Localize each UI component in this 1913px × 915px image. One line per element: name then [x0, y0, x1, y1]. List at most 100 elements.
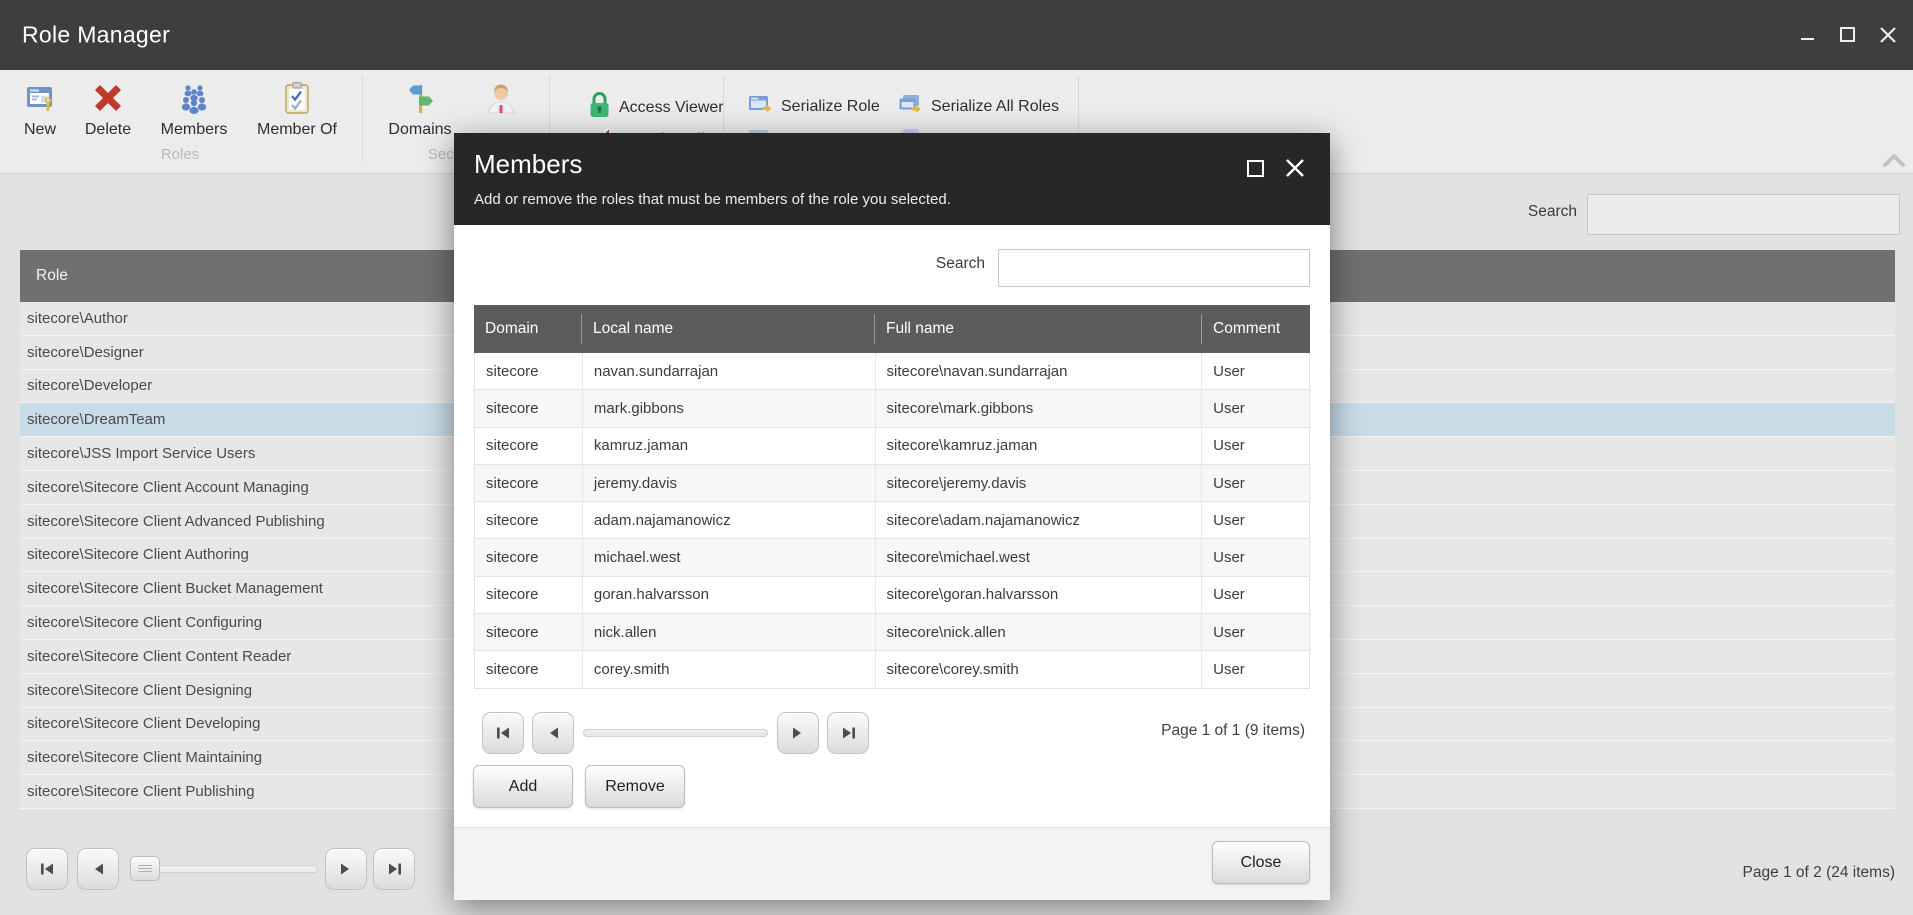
- user-person-icon: [483, 80, 519, 116]
- cell-full-name: sitecore\nick.allen: [874, 614, 1202, 651]
- cell-local-name: navan.sundarrajan: [581, 353, 875, 390]
- table-row[interactable]: sitecore kamruz.jaman sitecore\kamruz.jama…: [475, 427, 1309, 465]
- cell-domain: sitecore: [486, 661, 539, 679]
- cell-domain: sitecore: [486, 623, 539, 641]
- maximize-icon[interactable]: [1839, 26, 1857, 44]
- cell-comment: User: [1201, 539, 1309, 576]
- cell-full-name: sitecore\jeremy.davis: [874, 464, 1202, 502]
- window-title: Role Manager: [22, 21, 171, 48]
- toolbar-button-label: Domains: [388, 121, 452, 138]
- column-header-local-name[interactable]: Local name: [581, 314, 874, 344]
- main-search-label: Search: [1527, 203, 1577, 220]
- cell-full-name: sitecore\kamruz.jaman: [874, 427, 1202, 464]
- table-row[interactable]: sitecore corey.smith sitecore\corey.smith U…: [475, 651, 1309, 689]
- roles-group-caption: Roles: [160, 146, 200, 163]
- pager-slider-track[interactable]: [583, 729, 768, 737]
- delete-icon: [90, 80, 126, 116]
- members-table: Domain Local name Full name Comment site…: [474, 305, 1310, 689]
- collapse-ribbon-icon[interactable]: [1882, 152, 1906, 168]
- cell-full-name: sitecore\navan.sundarrajan: [874, 353, 1202, 390]
- dialog-maximize-icon[interactable]: [1247, 160, 1264, 177]
- signpost-icon: [402, 80, 438, 116]
- serialize-all-roles-button[interactable]: Serialize All Roles: [898, 94, 1059, 120]
- first-page-button[interactable]: [26, 848, 68, 890]
- first-page-button[interactable]: [482, 712, 524, 754]
- roles-pager-status: Page 1 of 2 (24 items): [1742, 864, 1896, 881]
- cell-full-name: sitecore\adam.najamanowicz: [874, 502, 1202, 539]
- member-of-button[interactable]: Member Of: [252, 80, 342, 139]
- serialize-all-roles-icon: [898, 94, 923, 120]
- cell-local-name: goran.halvarsson: [581, 576, 875, 614]
- table-row[interactable]: sitecore michael.west sitecore\michael.wes…: [475, 539, 1309, 577]
- table-row[interactable]: sitecore nick.allen sitecore\nick.allen Use…: [475, 614, 1309, 652]
- toolbar-button-label: Access Viewer: [619, 99, 724, 116]
- cell-domain: sitecore: [486, 474, 539, 492]
- table-row[interactable]: sitecore goran.halvarsson sitecore\goran.h…: [475, 576, 1309, 615]
- members-table-body: sitecore navan.sundarrajan sitecore\navan.…: [474, 353, 1310, 689]
- serialize-role-icon: [748, 94, 773, 120]
- cell-full-name: sitecore\michael.west: [874, 539, 1202, 576]
- new-button[interactable]: New: [10, 80, 70, 139]
- cell-domain: sitecore: [486, 437, 539, 455]
- remove-button[interactable]: Remove: [585, 765, 685, 808]
- close-window-icon[interactable]: [1879, 26, 1897, 44]
- toolbar-button-label: Members: [160, 121, 228, 138]
- cell-domain: sitecore: [486, 549, 539, 567]
- cell-comment: User: [1201, 502, 1309, 539]
- users-button[interactable]: [476, 80, 526, 116]
- last-page-button[interactable]: [827, 712, 869, 754]
- members-table-header: Domain Local name Full name Comment: [474, 305, 1310, 353]
- table-row[interactable]: sitecore adam.najamanowicz sitecore\adam.n…: [475, 502, 1309, 540]
- domains-button[interactable]: Domains: [383, 80, 457, 139]
- cell-comment: User: [1201, 614, 1309, 651]
- next-page-button[interactable]: [325, 848, 367, 890]
- dialog-title: Members: [474, 149, 583, 179]
- cell-domain: sitecore: [486, 362, 539, 380]
- dialog-search-input[interactable]: [998, 249, 1310, 287]
- serialize-role-button[interactable]: Serialize Role: [748, 94, 880, 120]
- column-header-role: Role: [36, 267, 68, 284]
- last-page-button[interactable]: [373, 848, 415, 890]
- dialog-close-icon[interactable]: [1284, 157, 1306, 179]
- dialog-footer: Close: [454, 827, 1330, 900]
- main-search-input[interactable]: [1587, 194, 1900, 235]
- cell-domain: sitecore: [486, 399, 539, 417]
- table-row[interactable]: sitecore jeremy.davis sitecore\jeremy.davi…: [475, 464, 1309, 503]
- table-row[interactable]: sitecore navan.sundarrajan sitecore\navan.…: [475, 353, 1309, 391]
- column-header-comment[interactable]: Comment: [1201, 314, 1309, 344]
- table-row[interactable]: sitecore mark.gibbons sitecore\mark.gibbon…: [475, 390, 1309, 428]
- access-viewer-button[interactable]: Access Viewer: [588, 92, 724, 124]
- role-manager-window: Role Manager New Delete Members Member O…: [0, 0, 1913, 915]
- toolbar-separator: [362, 76, 363, 162]
- toolbar-button-label: Delete: [84, 121, 132, 138]
- cell-local-name: adam.najamanowicz: [581, 502, 875, 539]
- cell-comment: User: [1201, 353, 1309, 390]
- toolbar-button-label: Serialize All Roles: [931, 98, 1060, 115]
- next-page-button[interactable]: [777, 712, 819, 754]
- dialog-subtitle: Add or remove the roles that must be mem…: [474, 191, 951, 208]
- cell-comment: User: [1201, 651, 1309, 688]
- cell-domain: sitecore: [486, 511, 539, 529]
- cell-local-name: corey.smith: [581, 651, 875, 688]
- delete-button[interactable]: Delete: [76, 80, 140, 139]
- new-document-icon: [22, 80, 58, 116]
- minimize-icon[interactable]: [1799, 26, 1817, 44]
- cell-full-name: sitecore\mark.gibbons: [874, 390, 1202, 427]
- previous-page-button[interactable]: [532, 712, 574, 754]
- cell-local-name: michael.west: [581, 539, 875, 576]
- column-header-full-name[interactable]: Full name: [874, 314, 1201, 344]
- cell-full-name: sitecore\corey.smith: [874, 651, 1202, 688]
- window-controls: [1799, 0, 1897, 70]
- cell-local-name: jeremy.davis: [581, 464, 875, 502]
- pager-slider-handle[interactable]: [130, 856, 160, 881]
- previous-page-button[interactable]: [77, 848, 119, 890]
- toolbar-button-label: Serialize Role: [781, 98, 880, 115]
- members-button[interactable]: Members: [155, 80, 233, 139]
- cell-local-name: nick.allen: [581, 614, 875, 651]
- close-button[interactable]: Close: [1212, 841, 1310, 884]
- cell-comment: User: [1201, 427, 1309, 464]
- column-header-domain[interactable]: Domain: [474, 314, 581, 344]
- add-button[interactable]: Add: [473, 765, 573, 808]
- members-pager-status: Page 1 of 1 (9 items): [1161, 722, 1305, 739]
- dialog-header: Members Add or remove the roles that mus…: [454, 133, 1330, 225]
